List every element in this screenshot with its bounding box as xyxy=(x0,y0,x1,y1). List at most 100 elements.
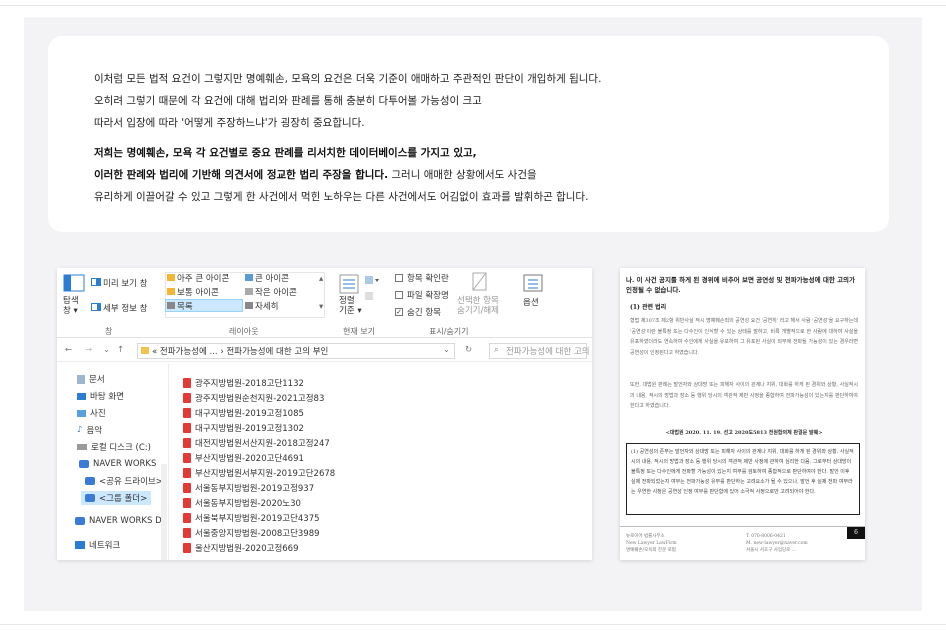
medium-icons-icon xyxy=(167,288,175,295)
group-label-pane: 창 xyxy=(105,327,113,336)
file-name: 대구지방법원-2019고정1085 xyxy=(195,408,304,419)
pdf-file-icon xyxy=(183,527,191,538)
layout-medium[interactable]: 보통 아이콘 xyxy=(177,286,219,298)
preview-pane-button[interactable]: 미리 보기 창 xyxy=(103,277,148,289)
nav-item-network[interactable]: 네트워크 xyxy=(75,538,120,552)
back-arrow-icon[interactable]: ← xyxy=(65,345,72,355)
group-by-icon[interactable] xyxy=(365,276,379,284)
layout-extra-large[interactable]: 아주 큰 아이콘 xyxy=(177,272,229,284)
doc-subheading: (1) 관련 법리 xyxy=(630,304,667,311)
nav-label: 음악 xyxy=(86,426,103,436)
file-name: 대전지방법원서산지원-2018고정247 xyxy=(195,438,330,449)
network-icon xyxy=(75,541,85,549)
item-checkboxes-checkbox[interactable] xyxy=(395,274,403,282)
pdf-file-icon xyxy=(183,512,191,523)
up-arrow-icon[interactable]: ↑ xyxy=(117,345,124,355)
doc-quote-box: (1) 공연성의 존부는 발언자와 상대방 또는 피해자 사이의 관계나 지위,… xyxy=(626,443,860,515)
pdf-file-icon xyxy=(183,377,191,388)
group-label-current-view: 현재 보기 xyxy=(343,327,375,336)
file-extensions-checkbox[interactable] xyxy=(395,291,403,299)
nav-pane-button[interactable]: 탐색 창 ▾ xyxy=(63,296,79,316)
file-extensions-label: 파일 확장명 xyxy=(407,291,449,301)
file-name: 광주지방법원순천지원-2021고정83 xyxy=(195,393,325,404)
list-item[interactable]: 서울북부지방법원-2019고단4375 xyxy=(183,511,320,524)
options-button[interactable]: 옵션 xyxy=(523,296,539,308)
intro-paragraph: 이처럼 모든 법적 요건이 그렇지만 명예훼손, 모욕의 요건은 더욱 기준이 … xyxy=(94,68,714,134)
list-item[interactable]: 서울동부지방법원-2020노30 xyxy=(183,496,301,509)
body-bold-line-1: 저희는 명예훼손, 모욕 각 요건별로 중요 판례를 리서치한 데이터베이스를 … xyxy=(94,147,477,159)
top-divider xyxy=(0,5,946,6)
doc-footer-contact: T. 070-8006-0421 M. new-lawyer@naver.com… xyxy=(746,534,808,553)
group-label-layout: 레이아웃 xyxy=(229,327,259,336)
nav-item-pictures[interactable]: 사진 xyxy=(77,406,106,420)
file-name: 광주지방법원-2018고단1132 xyxy=(195,378,304,389)
nav-item-local-disk[interactable]: 로컬 디스크 (C:) xyxy=(77,440,151,454)
doc-quote-text: (1) 공연성의 존부는 발언자와 상대방 또는 피해자 사이의 관계나 지위,… xyxy=(631,449,854,495)
list-item[interactable]: 광주지방법원-2018고단1132 xyxy=(183,376,304,389)
nav-item-naver-works-drive[interactable]: NAVER WORKS D xyxy=(75,514,162,528)
explorer-ribbon: 탐색 창 ▾ 미리 보기 창 세부 정보 창 창 아주 큰 아이콘 큰 아이콘 … xyxy=(57,268,592,338)
file-name: 대구지방법원-2019고정1302 xyxy=(195,423,304,434)
body-line-3: 유리하게 이끌어갈 수 있고 그렇게 한 사건에서 먹힌 노하우는 다른 사건에… xyxy=(94,191,589,203)
list-item[interactable]: 광주지방법원순천지원-2021고정83 xyxy=(183,391,324,404)
details-pane-button[interactable]: 세부 정보 창 xyxy=(103,302,148,314)
hide-selected-button[interactable]: 선택한 항목 숨기기/해제 xyxy=(457,296,499,316)
list-item[interactable]: 대전지방법원서산지원-2018고정247 xyxy=(183,436,330,449)
nav-item-music[interactable]: ♪ 음악 xyxy=(77,423,102,437)
layout-details[interactable]: 자세히 xyxy=(255,300,278,312)
list-item[interactable]: 서울중앙지방법원-2008고단3989 xyxy=(183,526,320,539)
list-item[interactable]: 부산지방법원-2020고단4691 xyxy=(183,451,304,464)
doc-paragraph-1: 형법 제307조 제2항 위반사실 적시 명예훼손죄의 공연성 요건 '공연히'… xyxy=(630,318,858,356)
list-item[interactable]: 대구지방법원-2019고정1085 xyxy=(183,406,304,419)
hidden-items-label: 숨긴 항목 xyxy=(407,308,441,318)
intro-line-3: 따라서 입장에 따라 '어떻게 주장하느냐'가 굉장히 중요합니다. xyxy=(94,117,365,129)
address-dropdown-icon[interactable]: ⌄ xyxy=(443,345,450,355)
list-item[interactable]: 서울동부지방법원-2019고정937 xyxy=(183,481,314,494)
shared-drive-icon xyxy=(85,477,95,485)
body-paragraph: 저희는 명예훼손, 모욕 각 요건별로 중요 판례를 리서치한 데이터베이스를 … xyxy=(94,142,714,208)
nav-label: <공유 드라이브> xyxy=(99,477,163,487)
address-bar-row: ← → ⌄ ↑ « 전파가능성에 ... › 전파가능성에 대한 고의 부인 ⌄… xyxy=(57,340,592,362)
nav-pane-icon[interactable] xyxy=(63,274,85,292)
intro-line-1: 이처럼 모든 법적 요건이 그렇지만 명예훼손, 모욕의 요건은 더욱 기준이 … xyxy=(94,73,602,85)
pdf-file-icon xyxy=(183,422,191,433)
nav-item-group-folder[interactable]: <그룹 폴더> xyxy=(81,491,152,505)
nav-label: 로컬 디스크 (C:) xyxy=(91,443,151,453)
recent-chevron-icon[interactable]: ⌄ xyxy=(103,345,110,355)
pdf-file-icon xyxy=(183,452,191,463)
list-item[interactable]: 대구지방법원-2019고정1302 xyxy=(183,421,304,434)
group-label-show-hide: 표시/숨기기 xyxy=(429,327,469,336)
hidden-items-checkbox[interactable]: ✓ xyxy=(395,308,403,316)
list-item[interactable]: 울산지방법원-2020고정669 xyxy=(183,541,298,554)
file-name: 서울북부지방법원-2019고단4375 xyxy=(195,513,320,524)
sort-by-button[interactable]: 정렬 기준 ▾ xyxy=(339,296,362,316)
layout-small[interactable]: 작은 아이콘 xyxy=(255,286,297,298)
nav-item-naver-works[interactable]: NAVER WORKS xyxy=(79,457,156,471)
file-explorer-window: 탐색 창 ▾ 미리 보기 창 세부 정보 창 창 아주 큰 아이콘 큰 아이콘 … xyxy=(57,268,592,560)
nav-label: 바탕 화면 xyxy=(90,392,124,402)
nav-item-documents[interactable]: 문서 xyxy=(77,372,105,386)
desktop-icon xyxy=(77,392,86,400)
pictures-icon xyxy=(77,409,86,417)
nav-item-shared-drive[interactable]: <공유 드라이브> xyxy=(85,474,163,488)
small-icons-icon xyxy=(245,288,253,295)
forward-arrow-icon[interactable]: → xyxy=(85,345,92,355)
address-bar[interactable]: « 전파가능성에 ... › 전파가능성에 대한 고의 부인 ⌄ xyxy=(137,343,455,359)
add-columns-icon[interactable] xyxy=(365,292,379,300)
navigation-pane: 문서 바탕 화면 사진 ♪ 음악 로컬 디스크 (C:) NAVER WORKS … xyxy=(57,364,169,560)
nav-scrollbar[interactable] xyxy=(161,464,167,560)
doc-footer-firm: 뉴로이어 법률사무소 New Lawyer LawFirm 명예훼손/모욕죄 전… xyxy=(626,534,677,553)
search-box[interactable]: ⌕ 전파가능성에 대한 고의 부... xyxy=(489,343,592,359)
pdf-file-icon xyxy=(183,482,191,493)
layout-scroll-up-icon[interactable]: ▴ xyxy=(319,274,323,284)
pdf-file-icon xyxy=(183,467,191,478)
layout-list[interactable]: 목록 xyxy=(177,300,193,312)
pdf-file-icon xyxy=(183,542,191,553)
group-folder-icon xyxy=(85,494,95,502)
layout-expand-icon[interactable]: ▾ xyxy=(319,302,323,312)
nav-item-desktop[interactable]: 바탕 화면 xyxy=(77,389,124,403)
pdf-file-icon xyxy=(183,392,191,403)
layout-large[interactable]: 큰 아이콘 xyxy=(255,272,289,284)
list-item[interactable]: 부산지방법원서부지원-2019고단2678 xyxy=(183,466,335,479)
refresh-icon[interactable]: ↻ xyxy=(465,345,472,355)
